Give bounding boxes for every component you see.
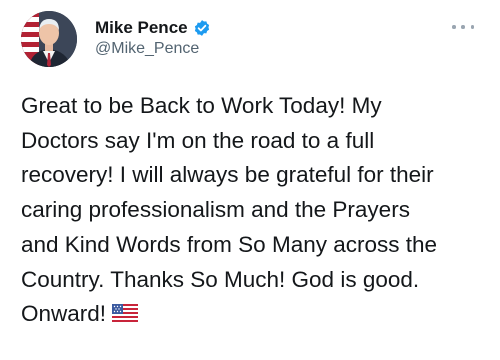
dot	[470, 25, 474, 29]
tweet-text: Great to be Back to Work Today! My Docto…	[21, 89, 491, 332]
avatar-photo	[21, 11, 77, 67]
dot	[452, 25, 456, 29]
tweet-line: caring professionalism and the Prayers	[21, 197, 410, 223]
tweet-line: Country. Thanks So Much! God is good.	[21, 266, 420, 292]
author-name-row: Mike Pence	[95, 16, 211, 40]
tweet-line: Doctors say I'm on the road to a full	[21, 127, 375, 153]
tweet-last-line: Onward!	[21, 297, 491, 332]
author-handle[interactable]: @Mike_Pence	[95, 40, 199, 58]
verified-badge-icon	[193, 19, 211, 37]
dot	[461, 25, 465, 29]
tweet-line: Great to be Back to Work Today! My	[21, 93, 382, 118]
tweet-line: Onward!	[21, 301, 107, 327]
us-flag-emoji	[112, 298, 139, 323]
display-name[interactable]: Mike Pence	[95, 18, 188, 38]
more-options-icon[interactable]	[452, 22, 474, 32]
tweet-line: recovery! I will always be grateful for …	[21, 162, 434, 188]
avatar[interactable]	[21, 11, 77, 67]
tweet-card: Mike Pence @Mike_Pence Great to be Back …	[0, 0, 500, 360]
tweet-line: and Kind Words from So Many across the	[21, 231, 438, 257]
